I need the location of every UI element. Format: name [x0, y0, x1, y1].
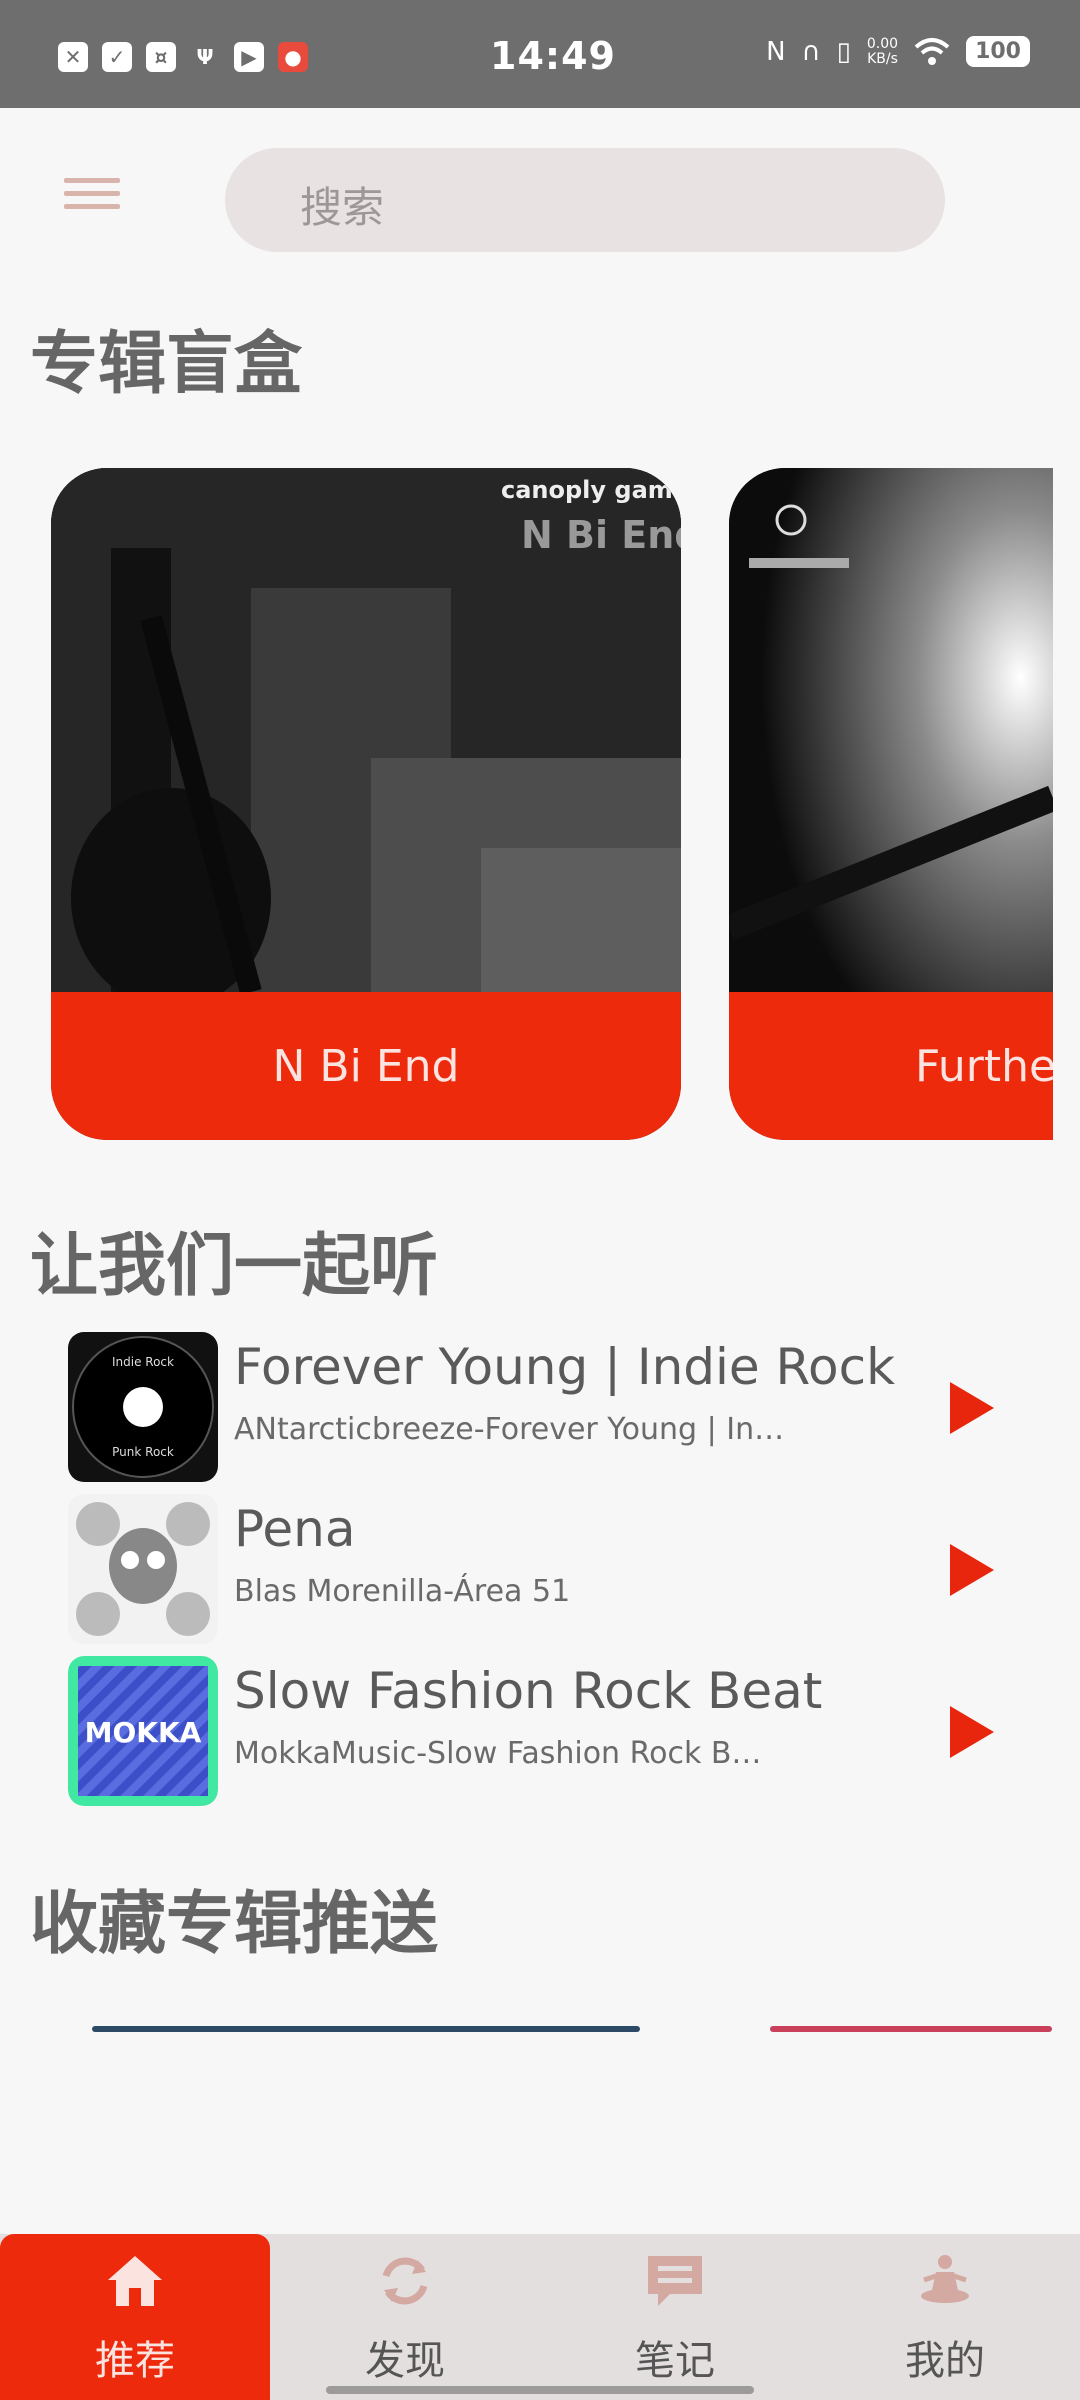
song-row[interactable]: Indie Rock Punk Rock Forever Young | Ind…	[68, 1332, 1028, 1482]
song-subtitle: ANtarcticbreeze-Forever Young | In…	[234, 1412, 785, 1447]
album-card[interactable]: Furthe	[729, 468, 1053, 1140]
album-card-peek[interactable]	[92, 2026, 640, 2032]
song-cover-image	[68, 1494, 218, 1644]
app-notification-icon: ●	[278, 42, 308, 72]
nfc-icon: Ν	[766, 36, 786, 67]
usb-debug-icon: ¤	[146, 42, 176, 72]
search-input[interactable]: 搜索	[225, 148, 945, 252]
tab-label: 我的	[905, 2338, 985, 2384]
album-art-text-mid: N Bi End	[521, 513, 681, 557]
song-row[interactable]: MOKKA Slow Fashion Rock Beat MokkaMusic-…	[68, 1656, 1028, 1806]
album-title: Furthe	[729, 992, 1053, 1140]
song-row[interactable]: Pena Blas Morenilla-Área 51	[68, 1494, 1028, 1644]
album-art-text-top: canoply game	[501, 476, 681, 504]
status-bar: ✕ ✓ ¤ Ψ ▶ ● 14:49 Ν ∩ ▯ 0.00 KB/s 100	[0, 0, 1080, 108]
section-title-blind-box: 专辑盲盒	[30, 325, 303, 404]
tab-label: 推荐	[95, 2338, 175, 2384]
tab-discover[interactable]: 发现	[270, 2234, 540, 2400]
section-title-listen-together: 让我们一起听	[30, 1227, 439, 1306]
home-icon	[108, 2256, 162, 2306]
album-card-peek[interactable]	[770, 2026, 1052, 2032]
play-icon[interactable]	[950, 1706, 994, 1758]
song-subtitle: Blas Morenilla-Área 51	[234, 1574, 571, 1609]
clock: 14:49	[490, 34, 616, 78]
home-indicator[interactable]	[326, 2386, 754, 2394]
network-speed: 0.00 KB/s	[866, 35, 899, 67]
vibrate-icon: ▯	[836, 36, 851, 67]
play-icon[interactable]	[950, 1382, 994, 1434]
tab-recommend[interactable]: 推荐	[0, 2234, 270, 2400]
section-title-favorites-push: 收藏专辑推送	[30, 1885, 439, 1964]
album-title: N Bi End	[51, 992, 681, 1140]
song-subtitle: MokkaMusic-Slow Fashion Rock B…	[234, 1736, 762, 1771]
menu-icon[interactable]	[64, 178, 120, 224]
close-notification-icon: ✕	[58, 42, 88, 72]
cover-text-bottom: Punk Rock	[112, 1445, 174, 1459]
tab-label: 发现	[365, 2338, 445, 2384]
check-notification-icon: ✓	[102, 42, 132, 72]
song-title: Pena	[234, 1500, 356, 1558]
usb-icon: Ψ	[196, 45, 214, 69]
song-title: Forever Young | Indie Rock	[234, 1338, 896, 1396]
notification-icons: ✕ ✓ ¤ Ψ ▶ ●	[58, 42, 308, 72]
song-title: Slow Fashion Rock Beat	[234, 1662, 823, 1720]
message-icon	[648, 2256, 702, 2306]
song-cover-image: Indie Rock Punk Rock	[68, 1332, 218, 1482]
meditation-person-icon	[921, 2255, 969, 2303]
cover-text-top: Indie Rock	[112, 1355, 174, 1369]
search-placeholder: 搜索	[300, 183, 385, 232]
album-card[interactable]: canoply game N Bi End N Bi End	[51, 468, 681, 1140]
tab-label: 笔记	[635, 2338, 715, 2384]
tab-notes[interactable]: 笔记	[540, 2234, 810, 2400]
tab-mine[interactable]: 我的	[810, 2234, 1080, 2400]
battery-indicator: 100	[966, 36, 1030, 67]
play-icon[interactable]	[950, 1544, 994, 1596]
wifi-icon	[914, 37, 950, 65]
cover-text: MOKKA	[85, 1716, 202, 1749]
refresh-icon	[382, 2257, 428, 2305]
headphones-icon: ∩	[801, 36, 821, 67]
play-notification-icon: ▶	[234, 42, 264, 72]
system-icons: Ν ∩ ▯ 0.00 KB/s 100	[766, 36, 1030, 67]
song-cover-image: MOKKA	[68, 1656, 218, 1806]
album-cover-image	[729, 468, 1053, 992]
bottom-navigation: 推荐 发现 笔记 我的	[0, 2234, 1080, 2400]
album-cover-image: canoply game N Bi End	[51, 468, 681, 992]
